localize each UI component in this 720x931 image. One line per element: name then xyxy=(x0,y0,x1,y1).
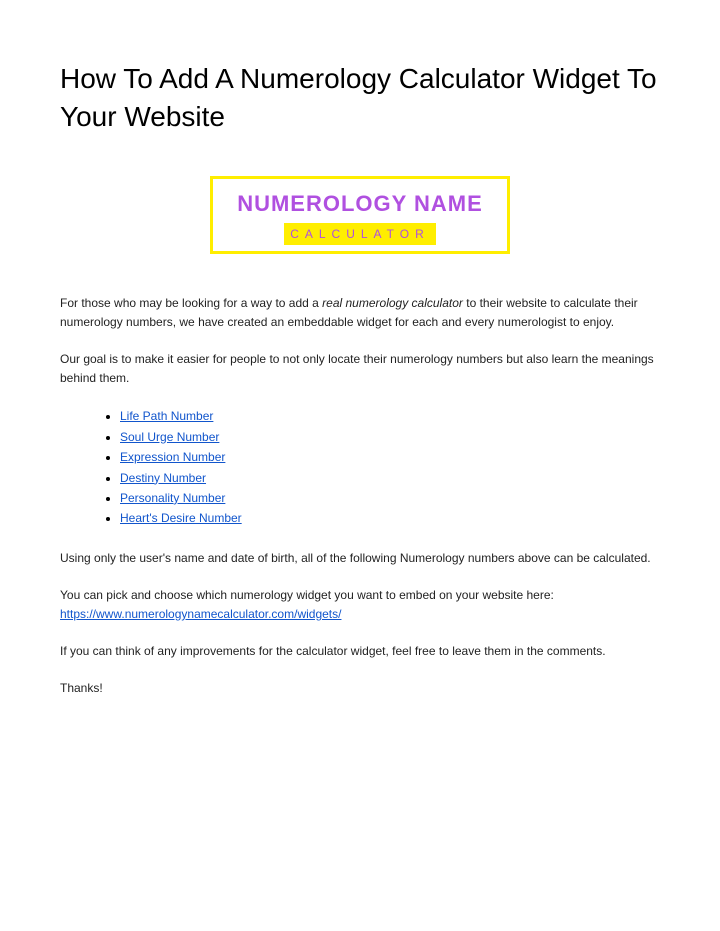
widgets-url-link[interactable]: https://www.numerologynamecalculator.com… xyxy=(60,607,341,621)
list-item: Destiny Number xyxy=(120,468,660,488)
link-expression[interactable]: Expression Number xyxy=(120,450,225,464)
logo-sub-text: CALCULATOR xyxy=(284,223,436,245)
link-hearts-desire[interactable]: Heart's Desire Number xyxy=(120,511,242,525)
list-item: Personality Number xyxy=(120,488,660,508)
intro-paragraph-1: For those who may be looking for a way t… xyxy=(60,294,660,332)
logo-box: NUMEROLOGY NAME CALCULATOR xyxy=(210,176,510,254)
paragraph-embed: You can pick and choose which numerology… xyxy=(60,586,660,624)
intro-paragraph-2: Our goal is to make it easier for people… xyxy=(60,350,660,388)
list-item: Soul Urge Number xyxy=(120,427,660,447)
link-life-path[interactable]: Life Path Number xyxy=(120,409,213,423)
logo-main-text: NUMEROLOGY NAME xyxy=(233,191,487,217)
paragraph-usage: Using only the user's name and date of b… xyxy=(60,549,660,568)
text: For those who may be looking for a way t… xyxy=(60,296,322,310)
link-soul-urge[interactable]: Soul Urge Number xyxy=(120,430,219,444)
page-title: How To Add A Numerology Calculator Widge… xyxy=(60,60,660,136)
text: You can pick and choose which numerology… xyxy=(60,588,554,602)
paragraph-thanks: Thanks! xyxy=(60,679,660,698)
list-item: Heart's Desire Number xyxy=(120,508,660,528)
logo-container: NUMEROLOGY NAME CALCULATOR xyxy=(60,176,660,254)
list-item: Expression Number xyxy=(120,447,660,467)
italic-text: real numerology calculator xyxy=(322,296,463,310)
link-destiny[interactable]: Destiny Number xyxy=(120,471,206,485)
numerology-links-list: Life Path Number Soul Urge Number Expres… xyxy=(60,406,660,528)
paragraph-feedback: If you can think of any improvements for… xyxy=(60,642,660,661)
list-item: Life Path Number xyxy=(120,406,660,426)
link-personality[interactable]: Personality Number xyxy=(120,491,225,505)
